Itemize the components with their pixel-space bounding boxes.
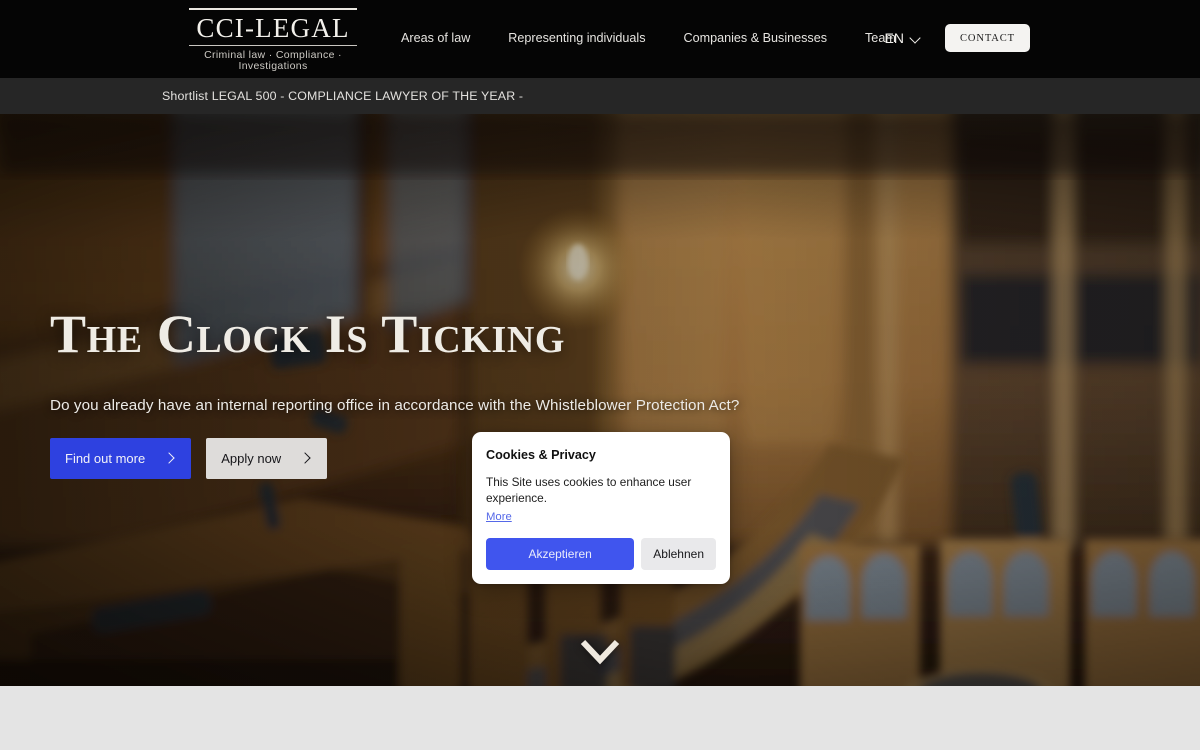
logo-wordmark: CCI-LEGAL [178,15,368,42]
logo-tagline: Criminal law · Compliance · Investigatio… [178,50,368,71]
logo-rule-bottom [189,45,357,46]
cookie-dialog-body: This Site uses cookies to enhance user e… [486,475,716,507]
cookie-more-link[interactable]: More [486,511,512,523]
primary-navigation: Areas of law Representing individuals Co… [401,31,896,45]
cookie-accept-button[interactable]: Akzeptieren [486,538,634,570]
language-selector[interactable]: EN [883,26,923,50]
hero-section: The Clock is Ticking Do you already have… [0,114,1200,686]
announcement-text: Shortlist LEGAL 500 - COMPLIANCE LAWYER … [162,89,523,103]
find-out-more-label: Find out more [65,451,145,466]
site-logo[interactable]: CCI-LEGAL Criminal law · Compliance · In… [178,8,368,71]
header-actions: EN CONTACT [883,24,1031,52]
logo-rule-top [189,8,357,10]
apply-now-label: Apply now [221,451,281,466]
contact-button[interactable]: CONTACT [945,24,1030,52]
below-fold-section [0,686,1200,750]
nav-item-companies-businesses[interactable]: Companies & Businesses [684,31,828,45]
chevron-right-icon [301,454,310,463]
hero-subtitle: Do you already have an internal reportin… [50,397,910,414]
scroll-down-indicator[interactable] [580,639,620,665]
chevron-down-icon [580,639,620,665]
nav-item-areas-of-law[interactable]: Areas of law [401,31,470,45]
nav-item-representing-individuals[interactable]: Representing individuals [508,31,645,45]
apply-now-button[interactable]: Apply now [206,438,327,479]
cookie-dialog-actions: Akzeptieren Ablehnen [486,538,716,570]
announcement-bar: Shortlist LEGAL 500 - COMPLIANCE LAWYER … [0,78,1200,114]
hero-title: The Clock is Ticking [50,307,910,362]
site-header: CCI-LEGAL Criminal law · Compliance · In… [0,0,1200,78]
cookie-decline-button[interactable]: Ablehnen [641,538,716,570]
chevron-down-icon [911,33,921,43]
cookie-dialog-title: Cookies & Privacy [486,448,716,462]
language-selector-label: EN [885,30,904,46]
find-out-more-button[interactable]: Find out more [50,438,191,479]
cookie-consent-dialog: Cookies & Privacy This Site uses cookies… [472,432,730,584]
chevron-right-icon [165,454,174,463]
